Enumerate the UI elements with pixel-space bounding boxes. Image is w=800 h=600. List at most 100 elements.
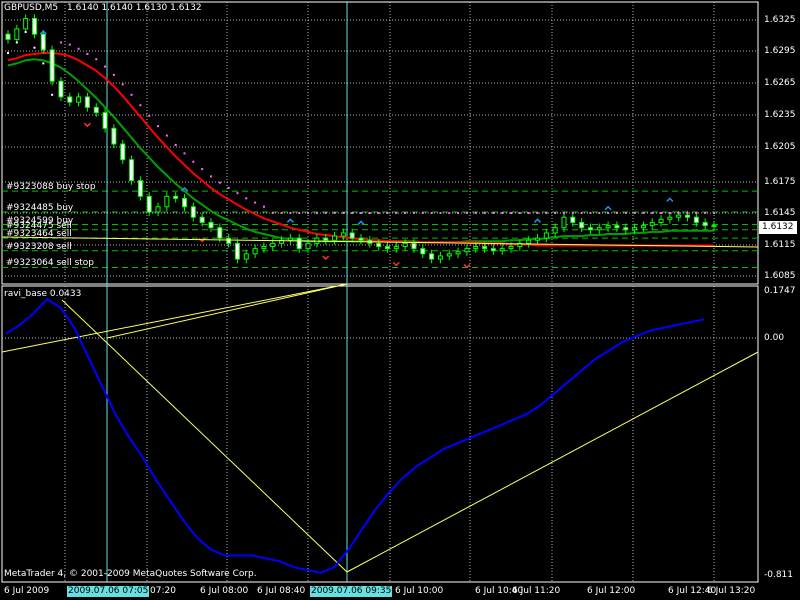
candle-body <box>287 237 293 241</box>
candle-body <box>579 221 585 229</box>
candle-body <box>411 242 417 250</box>
sar-dot <box>677 212 680 214</box>
signal-arrow-down <box>83 122 91 128</box>
candle-body <box>261 246 267 250</box>
candle-body <box>464 248 470 253</box>
sar-dot <box>527 212 530 214</box>
order-label[interactable]: #9323208 sell <box>6 242 72 253</box>
candle-body <box>296 237 302 250</box>
sar-dot <box>377 212 380 214</box>
sar-dot <box>271 212 274 214</box>
signal-arrow-up <box>666 197 674 202</box>
sar-dot <box>95 58 98 61</box>
sar-dot <box>624 212 627 214</box>
sar-dot <box>183 152 186 155</box>
candle-body <box>120 143 126 161</box>
candle-body <box>67 96 73 103</box>
sar-dot <box>660 212 663 214</box>
signal-arrow-up <box>533 218 542 223</box>
order-label[interactable]: #9323088 buy stop <box>6 182 96 193</box>
ma-fast-line <box>7 52 714 247</box>
sar-dot <box>77 47 80 50</box>
sar-dot <box>262 205 265 208</box>
candle-body <box>49 49 55 82</box>
candle-body <box>164 195 170 208</box>
candle-body <box>667 216 673 220</box>
candle-body <box>111 127 117 145</box>
price-axis-label: 1.6325 <box>764 15 796 25</box>
candle-body <box>155 206 161 213</box>
candle-body <box>102 112 108 129</box>
time-axis-label: 6 Jul 11:20 <box>512 586 561 596</box>
candle-body <box>199 216 205 223</box>
price-axis-label: 1.6145 <box>764 208 796 218</box>
sar-dot <box>104 65 107 68</box>
time-axis-cursor-label: 2009.07.06 09:35 <box>310 586 393 597</box>
candle-body <box>182 197 187 208</box>
signal-arrow-up <box>604 205 612 211</box>
sar-dot <box>368 212 371 214</box>
sar-dot <box>439 212 442 214</box>
symbol-label: GBPUSD,M5 <box>4 3 59 13</box>
sar-dot <box>412 212 415 214</box>
order-label[interactable]: #9323464 sell <box>6 229 72 240</box>
candle-body <box>234 242 240 260</box>
sar-dot <box>130 93 133 96</box>
sar-dot <box>448 212 451 214</box>
order-label[interactable]: #9324485 buy <box>6 203 73 214</box>
candle-body <box>632 227 638 231</box>
copyright-text: MetaTrader 4, © 2001-2009 MetaQuotes Sof… <box>4 569 257 579</box>
candle-body <box>437 255 443 260</box>
candle-body <box>217 227 223 239</box>
sar-dot <box>192 160 195 163</box>
sar-dot <box>15 41 18 44</box>
sar-dot <box>51 93 54 96</box>
candle-body <box>84 96 90 108</box>
sar-dot <box>695 212 698 214</box>
candle-body <box>649 221 655 227</box>
price-axis-label: 1.6235 <box>764 110 796 120</box>
sar-dot <box>315 212 318 214</box>
sar-dot <box>589 212 592 214</box>
sar-dot <box>33 46 36 49</box>
time-axis-label: 6 Jul 08:40 <box>257 586 306 596</box>
sar-dot <box>501 212 504 214</box>
indicator-axis-zero: 0.00 <box>764 333 785 343</box>
candle-body <box>702 221 708 227</box>
order-label[interactable]: #9323064 sell stop <box>6 258 94 269</box>
sar-dot <box>289 212 292 214</box>
candle-body <box>5 33 11 40</box>
chart-window: GBPUSD,M5 1.6140 1.6140 1.6130 1.6132 1.… <box>0 0 800 600</box>
candle-body <box>587 227 593 231</box>
sar-dot <box>536 212 539 214</box>
time-axis-label: 6 Jul 2009 <box>4 586 50 596</box>
candle-body <box>640 225 646 229</box>
sar-dot <box>174 144 177 146</box>
candle-body <box>31 17 37 35</box>
current-price-badge: 1.6132 <box>759 221 797 234</box>
price-axis-label: 1.6265 <box>764 78 796 88</box>
time-axis-label: 6 Jul 10:00 <box>395 586 444 596</box>
signal-arrow-up <box>286 218 294 223</box>
sar-dot <box>633 212 636 214</box>
sar-dot <box>642 212 645 214</box>
candle-body <box>393 246 399 250</box>
candle-body <box>693 216 699 223</box>
candle-body <box>332 235 338 241</box>
sar-dot <box>615 212 618 214</box>
chart-canvas[interactable] <box>0 0 800 600</box>
sar-dot <box>651 212 654 214</box>
candle-body <box>340 232 346 237</box>
sar-dot <box>112 73 115 76</box>
sar-dot <box>59 41 62 44</box>
sar-dot <box>148 114 151 117</box>
time-axis-cursor-label: 2009.07.06 07:05 <box>67 586 150 597</box>
sar-dot <box>86 52 89 55</box>
sar-dot <box>324 212 327 214</box>
candle-body <box>270 242 276 248</box>
indicator-axis-max: 0.1747 <box>764 286 796 296</box>
sar-dot <box>465 212 468 214</box>
sar-dot <box>201 168 204 171</box>
candle-body <box>446 253 452 257</box>
sar-dot <box>430 212 433 214</box>
